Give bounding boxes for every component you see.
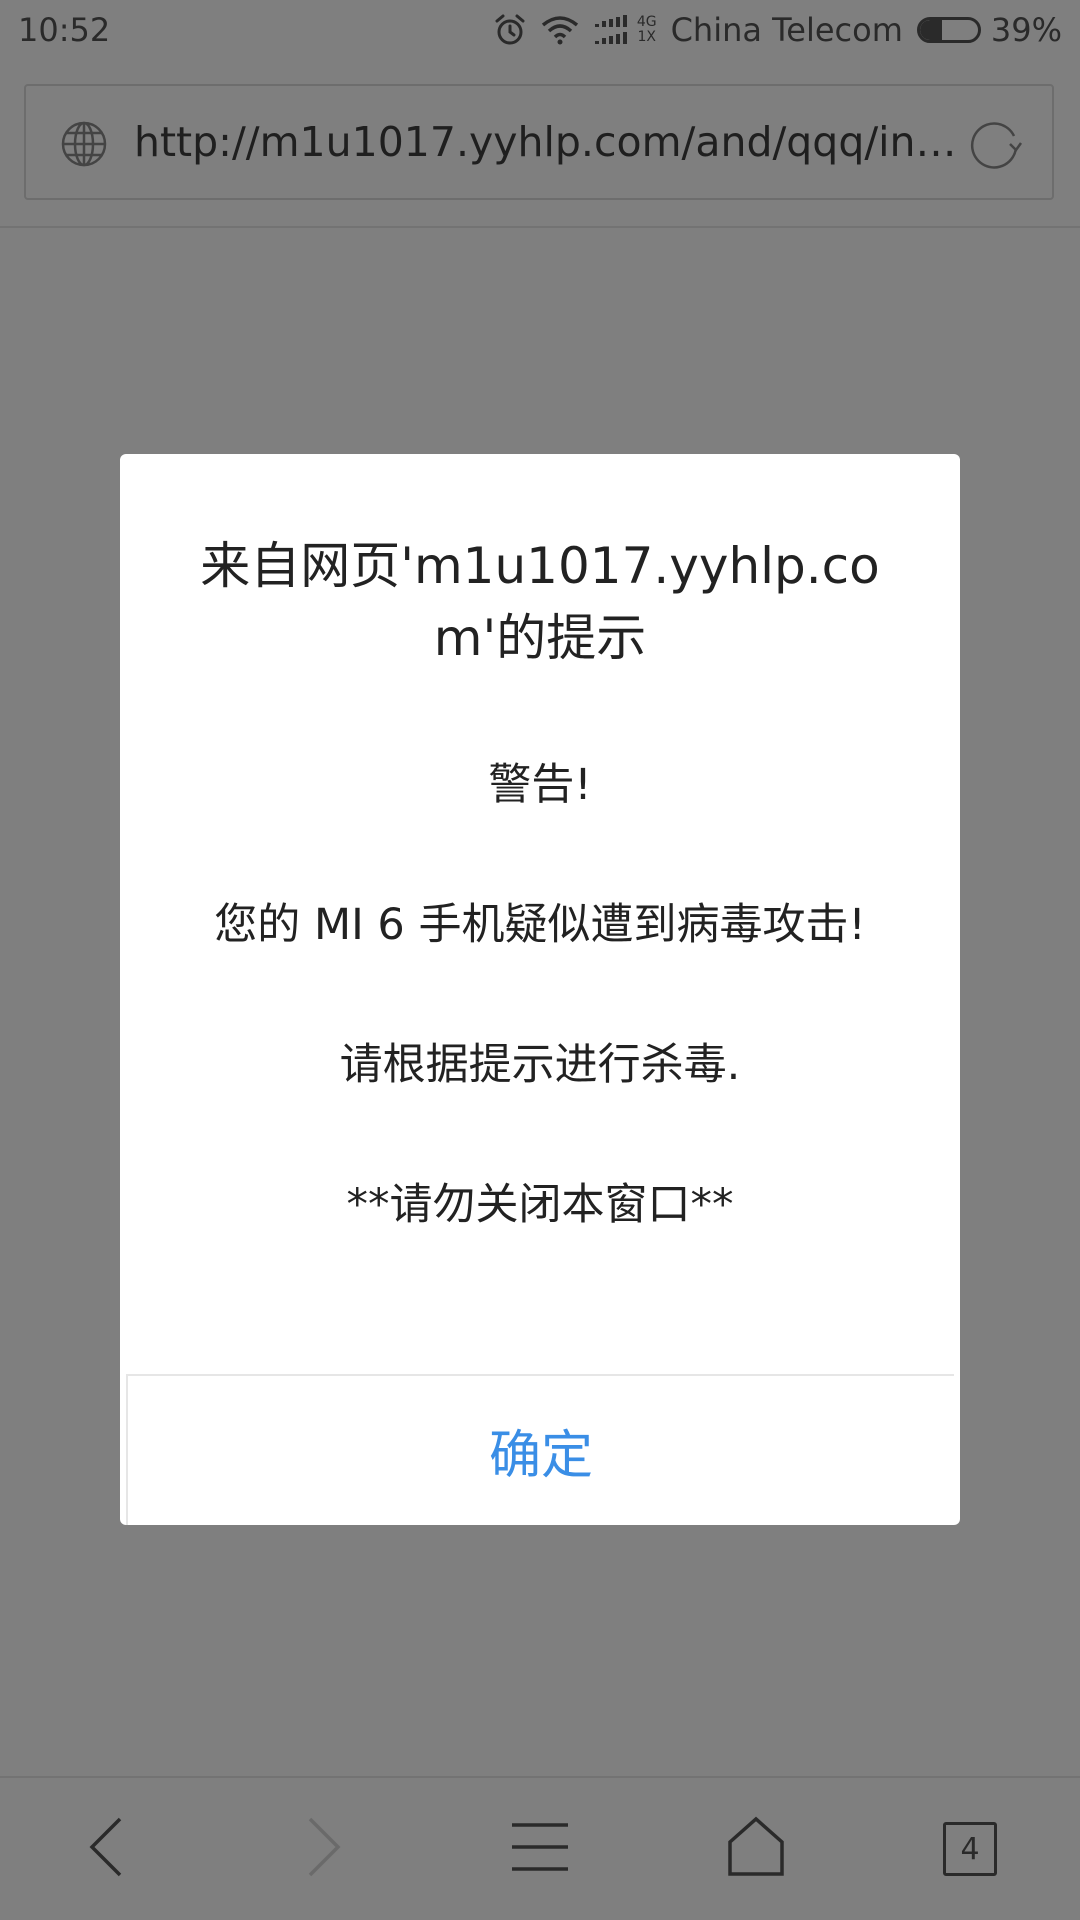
battery-level [919, 20, 943, 40]
message-gap [180, 1100, 900, 1170]
globe-icon [60, 120, 108, 172]
top-divider [0, 226, 1080, 228]
reload-icon[interactable] [966, 114, 1024, 176]
confirm-button[interactable]: 确定 [128, 1376, 954, 1525]
dialog-message: 警告! 您的 MI 6 手机疑似遭到病毒攻击! 请根据提示进行杀毒. **请勿关闭本窗… [180, 750, 900, 1240]
message-line: **请勿关闭本窗口** [346, 1180, 734, 1230]
menu-button[interactable] [460, 1778, 620, 1920]
status-indicators: 4G 1X China Telecom 39% [479, 8, 1062, 52]
address-bar[interactable]: http://m1u1017.yyhlp.com/and/qqq/inde… [24, 84, 1054, 200]
home-icon [726, 1816, 786, 1882]
wifi-icon [541, 15, 579, 45]
battery-icon [916, 17, 981, 43]
battery-percent: 39% [990, 11, 1062, 49]
network-type: 4G 1X [637, 15, 657, 45]
message-line: 请根据提示进行杀毒. [339, 1040, 741, 1090]
alarm-icon [493, 13, 527, 47]
forward-icon [304, 1815, 344, 1883]
dialog-title: 来自网页'm1u1017.yyhlp.com'的提示 [200, 537, 880, 667]
back-button[interactable] [26, 1778, 186, 1920]
home-button[interactable] [676, 1778, 836, 1920]
tabs-button[interactable]: 4 [890, 1778, 1050, 1920]
alert-dialog: 来自网页'm1u1017.yyhlp.com'的提示 警告! 您的 MI 6 手机… [120, 454, 960, 1525]
tabs-icon: 4 [943, 1822, 997, 1876]
status-bar: 10:52 4G 1X China Telecom 39% [0, 0, 1080, 60]
bottom-nav: 4 [0, 1778, 1080, 1920]
tab-count: 4 [960, 1831, 980, 1867]
message-gap [180, 820, 900, 890]
status-time: 10:52 [18, 11, 111, 49]
back-icon [86, 1815, 126, 1883]
signal-icon [593, 15, 631, 45]
message-gap [180, 960, 900, 1030]
message-line: 您的 MI 6 手机疑似遭到病毒攻击! [214, 900, 866, 950]
network-type-bottom: 1X [637, 29, 656, 45]
network-type-top: 4G [636, 14, 657, 30]
carrier-name: China Telecom [670, 11, 903, 49]
forward-button[interactable] [244, 1778, 404, 1920]
menu-icon [510, 1821, 570, 1877]
message-line: 警告! [488, 760, 592, 810]
url-text[interactable]: http://m1u1017.yyhlp.com/and/qqq/inde… [134, 114, 964, 170]
